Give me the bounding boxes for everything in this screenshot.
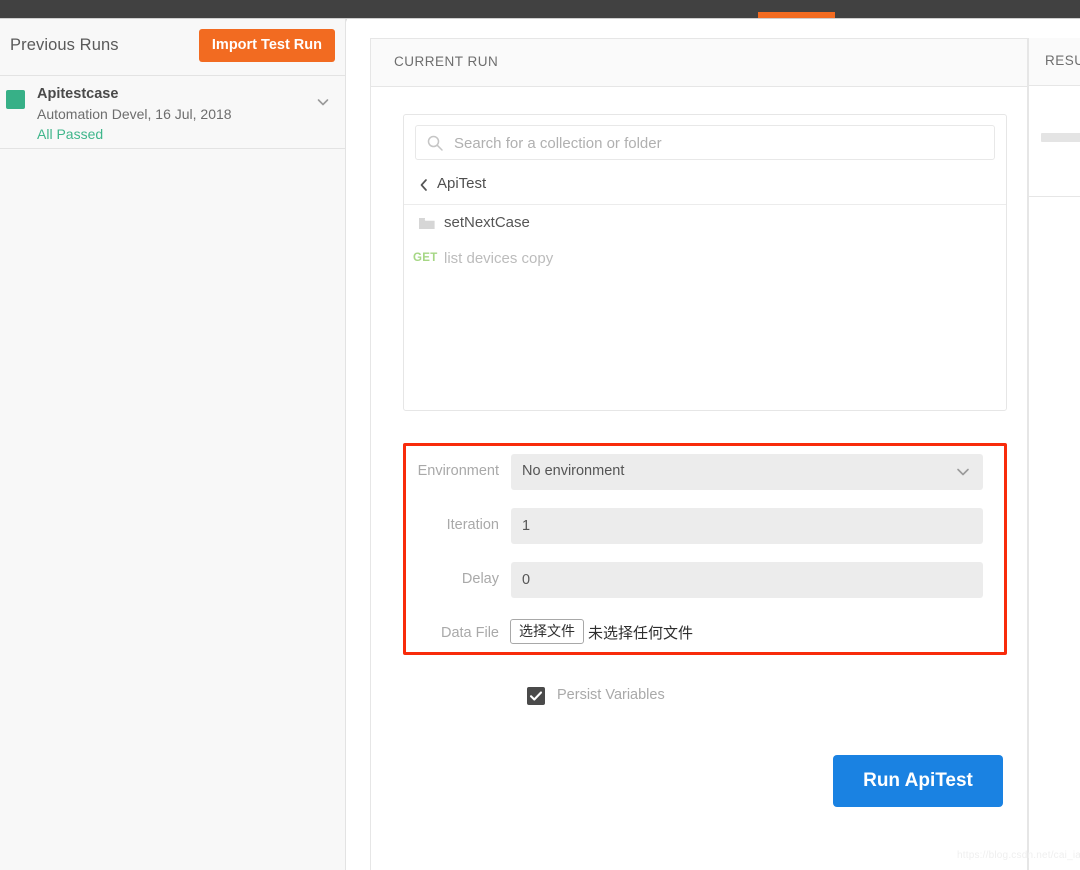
status-badge [6,90,25,109]
persist-variables-checkbox[interactable] [527,687,545,705]
content-area: CURRENT RUN Search for a collection or f… [347,19,1080,870]
environment-selected-value: No environment [522,463,625,479]
collection-item-list: setNextCase GET list devices copy [404,207,1006,410]
results-placeholder-bar [1041,133,1080,142]
choose-file-button[interactable]: 选择文件 [510,619,584,644]
search-field-wrapper[interactable] [415,125,995,161]
environment-label: Environment [417,463,499,479]
current-run-title: CURRENT RUN [394,54,499,69]
list-item-label: list devices copy [444,250,554,267]
chevron-down-icon[interactable] [315,94,331,110]
results-panel: RESULTS [1029,38,1080,870]
run-name: Apitestcase [37,86,119,102]
results-title: RESULTS [1045,53,1080,68]
import-test-run-button[interactable]: Import Test Run [198,29,335,62]
sidebar-header: Previous Runs Import Test Run [0,19,345,76]
run-collection-button[interactable]: Run ApiTest [833,755,1003,807]
http-method-badge: GET [413,252,438,264]
list-item[interactable]: Apitestcase Automation Devel, 16 Jul, 20… [0,76,345,149]
file-status-text: 未选择任何文件 [588,625,694,642]
search-input[interactable] [452,126,986,161]
data-file-label: Data File [440,625,499,641]
environment-row: Environment No environment [371,451,1029,505]
watermark: https://blog.csdn.net/cai_iac [957,850,1080,861]
folder-icon [418,216,436,231]
current-run-panel: CURRENT RUN Search for a collection or f… [370,38,1028,870]
persist-variables-row: Persist Variables [371,684,1029,714]
run-meta: Automation Devel, 16 Jul, 2018 [37,106,232,122]
breadcrumb[interactable]: ApiTest [404,169,1006,205]
collection-chooser: ApiTest setNextCase GET [403,114,1007,411]
iteration-row: Iteration [371,505,1029,559]
list-item[interactable]: setNextCase [404,207,1006,243]
delay-row: Delay [371,559,1029,613]
breadcrumb-label: ApiTest [437,175,487,192]
environment-select[interactable]: No environment [511,454,983,490]
list-item-label: setNextCase [444,214,530,231]
delay-label: Delay [461,571,499,587]
iteration-label: Iteration [446,517,499,533]
current-run-header: CURRENT RUN [371,39,1027,87]
iteration-input[interactable] [511,508,983,544]
list-item[interactable]: GET list devices copy [404,243,1006,279]
app-root: Previous Runs Import Test Run Apitestcas… [0,0,1080,870]
check-icon [529,691,543,701]
persist-variables-label: Persist Variables [557,687,665,703]
results-row-divider [1029,196,1080,197]
chevron-left-icon[interactable] [417,177,431,193]
data-file-row: Data File 选择文件 未选择任何文件 [371,613,1029,667]
run-configuration-form: Environment No environment Iteration 1 D… [371,451,1029,667]
page-title: Previous Runs [10,36,119,54]
search-icon [426,134,444,152]
run-result: All Passed [37,126,104,142]
delay-input[interactable] [511,562,983,598]
results-header: RESULTS [1029,38,1080,86]
previous-runs-sidebar: Previous Runs Import Test Run Apitestcas… [0,19,346,870]
chevron-down-icon[interactable] [955,465,971,479]
window-topbar [0,0,1080,18]
